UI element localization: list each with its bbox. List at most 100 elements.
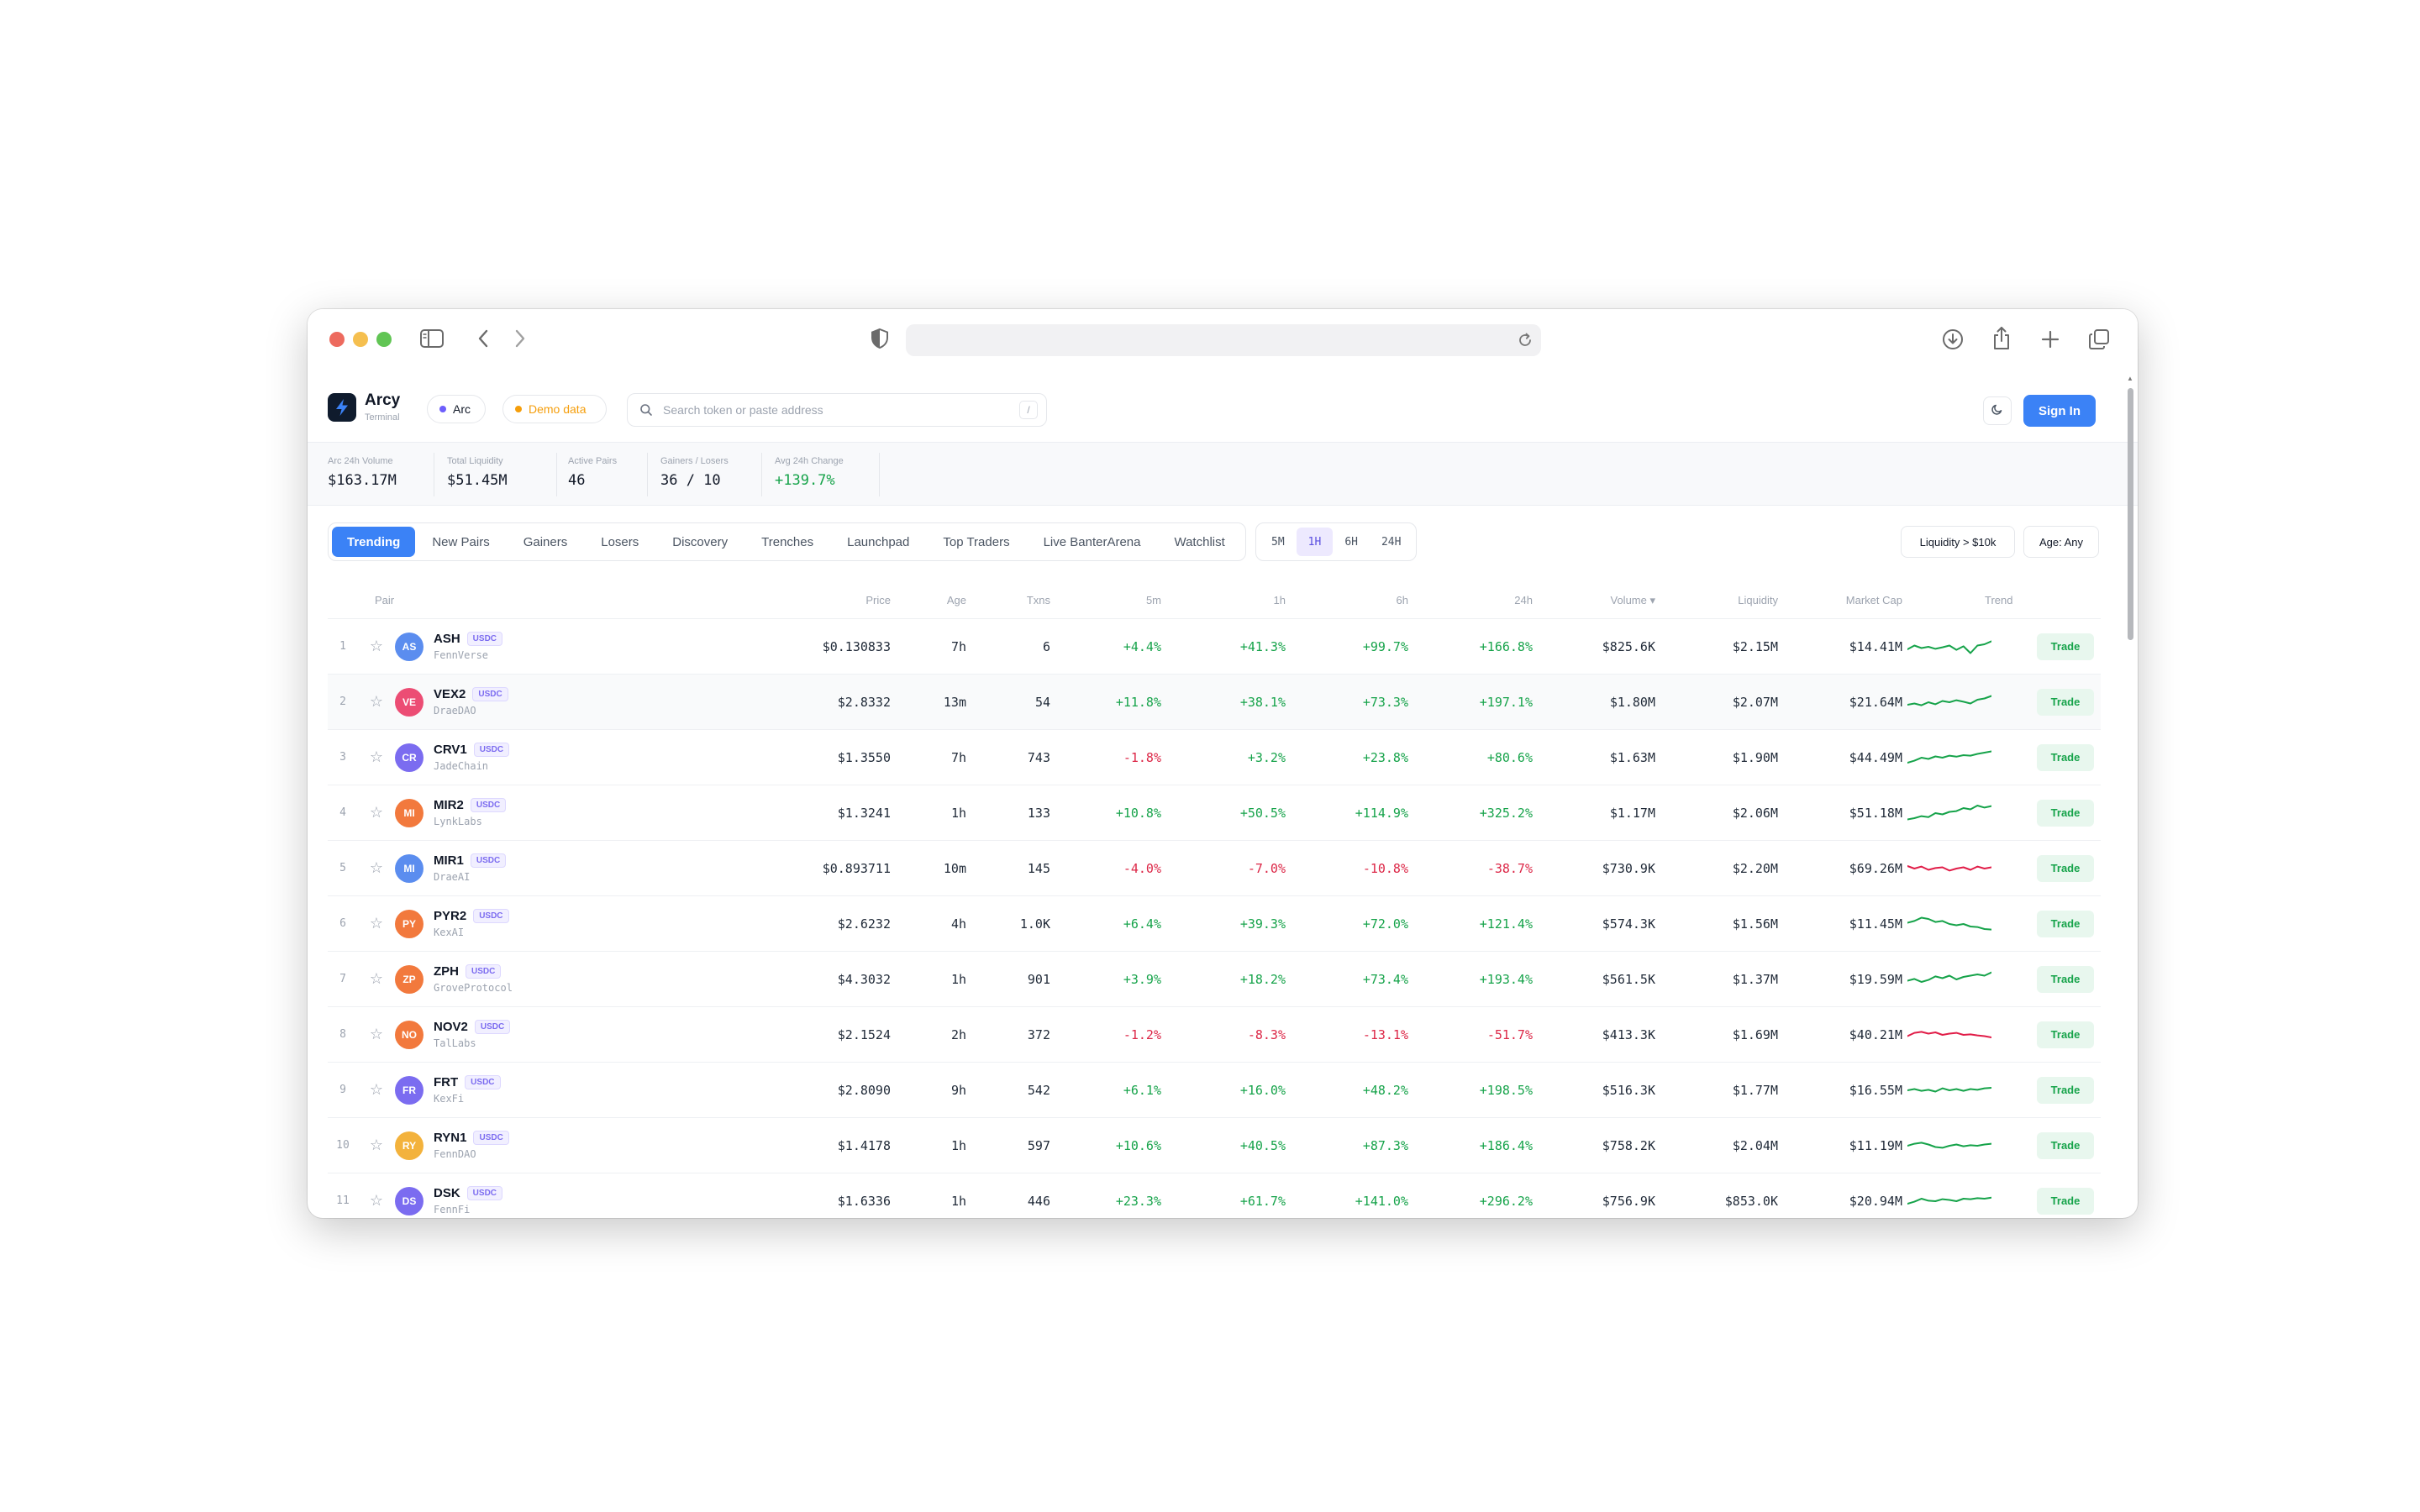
token-symbol[interactable]: MIR1: [434, 853, 464, 868]
scrollbar-thumb[interactable]: [2128, 388, 2133, 640]
trade-button[interactable]: Trade: [2037, 1076, 2094, 1104]
trade-button[interactable]: Trade: [2037, 799, 2094, 827]
star-icon[interactable]: ☆: [370, 915, 383, 932]
tab-gainers[interactable]: Gainers: [507, 527, 585, 557]
token-symbol[interactable]: MIR2: [434, 798, 464, 812]
age-filter[interactable]: Age: Any: [2023, 526, 2099, 558]
token-symbol[interactable]: VEX2: [434, 687, 466, 701]
tab-top-traders[interactable]: Top Traders: [926, 527, 1026, 557]
column-header-age[interactable]: Age: [899, 594, 966, 606]
token-symbol[interactable]: FRT: [434, 1075, 458, 1089]
star-icon[interactable]: ☆: [370, 748, 383, 766]
star-icon[interactable]: ☆: [370, 1137, 383, 1154]
token-symbol[interactable]: NOV2: [434, 1020, 468, 1034]
column-header-pair[interactable]: Pair: [375, 594, 394, 606]
tab-watchlist[interactable]: Watchlist: [1157, 527, 1241, 557]
trade-button[interactable]: Trade: [2037, 1021, 2094, 1048]
column-header-txns[interactable]: Txns: [975, 594, 1050, 606]
column-header-1h[interactable]: 1h: [1176, 594, 1286, 606]
brand-name[interactable]: Arcy: [365, 391, 400, 410]
timeframe-5m[interactable]: 5M: [1260, 528, 1297, 556]
token-symbol[interactable]: ASH: [434, 632, 460, 646]
table-row[interactable]: 8 ☆ NO NOV2 USDC TalLabs $2.1524 2h 372 -…: [328, 1007, 2101, 1063]
token-symbol[interactable]: PYR2: [434, 909, 466, 923]
search-input[interactable]: [661, 402, 1019, 417]
column-header-price[interactable]: Price: [773, 594, 891, 606]
trade-button[interactable]: Trade: [2037, 854, 2094, 882]
token-symbol[interactable]: CRV1: [434, 743, 467, 757]
price-cell: $2.1524: [837, 1026, 891, 1042]
token-symbol[interactable]: DSK: [434, 1186, 460, 1200]
star-icon[interactable]: ☆: [370, 804, 383, 822]
trade-button[interactable]: Trade: [2037, 743, 2094, 771]
star-icon[interactable]: ☆: [370, 1081, 383, 1099]
tab-launchpad[interactable]: Launchpad: [830, 527, 926, 557]
tab-live-banterarena[interactable]: Live BanterArena: [1027, 527, 1158, 557]
tabs-overview-icon[interactable]: [2087, 328, 2111, 351]
star-icon[interactable]: ☆: [370, 859, 383, 877]
change-5m-cell: +10.8%: [1115, 805, 1161, 821]
stat-divider: [556, 453, 557, 496]
star-icon[interactable]: ☆: [370, 1026, 383, 1043]
trade-button[interactable]: Trade: [2037, 1187, 2094, 1215]
table-row[interactable]: 2 ☆ VE VEX2 USDC DraeDAO $2.8332 13m 54 +…: [328, 675, 2101, 730]
column-header-volume[interactable]: Volume ▾: [1546, 594, 1656, 607]
chevron-right-icon[interactable]: [514, 329, 526, 348]
star-icon[interactable]: ☆: [370, 970, 383, 988]
table-row[interactable]: 10 ☆ RY RYN1 USDC FennDAO $1.4178 1h 597 …: [328, 1118, 2101, 1173]
timeframe-6h[interactable]: 6H: [1333, 528, 1370, 556]
trade-button[interactable]: Trade: [2037, 633, 2094, 660]
tab-trending[interactable]: Trending: [332, 527, 416, 557]
timeframe-1h[interactable]: 1H: [1296, 528, 1334, 556]
table-row[interactable]: 9 ☆ FR FRT USDC KexFi $2.8090 9h 542 +6.1…: [328, 1063, 2101, 1118]
plus-icon[interactable]: [2040, 329, 2060, 349]
page-scrollbar[interactable]: ▲: [2126, 375, 2134, 1216]
change-5m-cell: +6.1%: [1123, 1082, 1161, 1098]
sidebar-icon[interactable]: [420, 329, 444, 348]
table-row[interactable]: 1 ☆ AS ASH USDC FennVerse $0.130833 7h 6 …: [328, 619, 2101, 675]
tab-new-pairs[interactable]: New Pairs: [415, 527, 506, 557]
scroll-up-arrow[interactable]: ▲: [2127, 375, 2133, 382]
trade-button[interactable]: Trade: [2037, 1131, 2094, 1159]
trade-button[interactable]: Trade: [2037, 965, 2094, 993]
txns-cell: 743: [1027, 749, 1050, 765]
liquidity-filter[interactable]: Liquidity > $10k: [1901, 526, 2015, 558]
search-box: /: [627, 393, 1047, 427]
network-selector[interactable]: Arc: [427, 395, 486, 423]
timeframe-24h[interactable]: 24H: [1370, 528, 1413, 556]
table-row[interactable]: 7 ☆ ZP ZPH USDC GroveProtocol $4.3032 1h …: [328, 952, 2101, 1007]
column-header-6h[interactable]: 6h: [1299, 594, 1408, 606]
address-bar[interactable]: [906, 324, 1541, 356]
close-window-button[interactable]: [329, 332, 345, 347]
tab-trenches[interactable]: Trenches: [744, 527, 830, 557]
column-header-liquidity[interactable]: Liquidity: [1669, 594, 1778, 606]
theme-toggle-button[interactable]: [1983, 396, 2012, 425]
bolt-icon[interactable]: [328, 393, 356, 422]
tab-discovery[interactable]: Discovery: [655, 527, 744, 557]
table-row[interactable]: 6 ☆ PY PYR2 USDC KexAI $2.6232 4h 1.0K +6…: [328, 896, 2101, 952]
zoom-window-button[interactable]: [376, 332, 392, 347]
column-header-market-cap[interactable]: Market Cap: [1793, 594, 1902, 606]
chevron-left-icon[interactable]: [477, 329, 489, 348]
table-row[interactable]: 4 ☆ MI MIR2 USDC LynkLabs $1.3241 1h 133 …: [328, 785, 2101, 841]
star-icon[interactable]: ☆: [370, 693, 383, 711]
sign-in-button[interactable]: Sign In: [2023, 395, 2096, 427]
star-icon[interactable]: ☆: [370, 638, 383, 655]
reload-icon[interactable]: [1516, 331, 1534, 354]
token-avatar: RY: [395, 1131, 424, 1160]
table-row[interactable]: 11 ☆ DS DSK USDC FennFi $1.6336 1h 446 +2…: [328, 1173, 2101, 1218]
shield-icon[interactable]: [871, 328, 889, 349]
table-row[interactable]: 5 ☆ MI MIR1 USDC DraeAI $0.893711 10m 145…: [328, 841, 2101, 896]
table-row[interactable]: 3 ☆ CR CRV1 USDC JadeChain $1.3550 7h 743…: [328, 730, 2101, 785]
token-symbol[interactable]: ZPH: [434, 964, 459, 979]
column-header-24h[interactable]: 24h: [1420, 594, 1533, 606]
share-icon[interactable]: [1991, 326, 2012, 351]
column-header-5m[interactable]: 5m: [1067, 594, 1161, 606]
minimize-window-button[interactable]: [353, 332, 368, 347]
download-icon[interactable]: [1941, 328, 1965, 351]
tab-losers[interactable]: Losers: [584, 527, 655, 557]
star-icon[interactable]: ☆: [370, 1192, 383, 1210]
trade-button[interactable]: Trade: [2037, 910, 2094, 937]
trade-button[interactable]: Trade: [2037, 688, 2094, 716]
token-symbol[interactable]: RYN1: [434, 1131, 466, 1145]
